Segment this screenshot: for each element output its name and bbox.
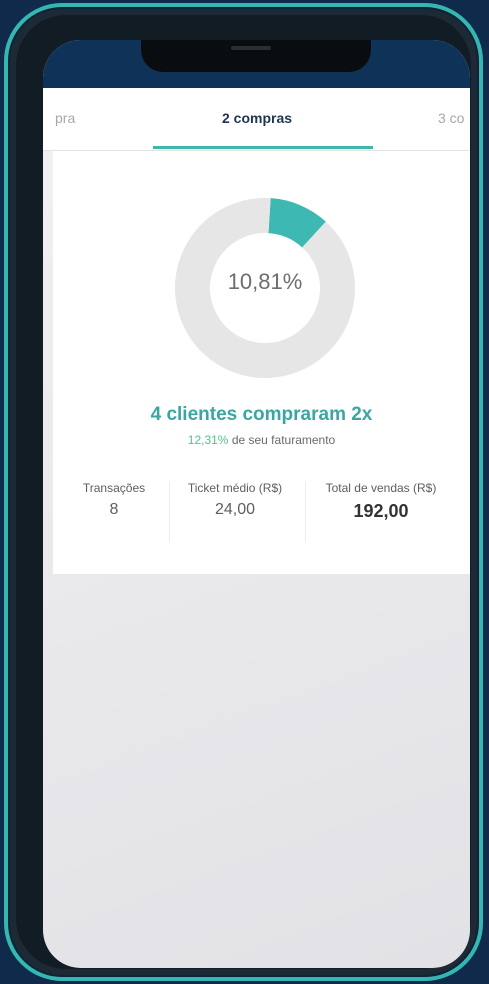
ticket-label: Ticket médio (R$) <box>187 481 283 495</box>
stat-transactions: Transações 8 <box>65 481 163 541</box>
active-tab-indicator <box>153 146 373 149</box>
revenue-percent: 12,31% <box>187 433 229 447</box>
ticket-value: 24,00 <box>214 501 256 518</box>
speaker-grille <box>231 46 271 50</box>
total-sales-value: 192,00 <box>353 501 409 521</box>
revenue-text: de seu faturamento <box>228 433 336 447</box>
phone-screen: pra 2 compras 3 co 10,81% 4 clientes com… <box>43 40 470 968</box>
transactions-label: Transações <box>82 481 146 495</box>
stat-total-sales: Total de vendas (R$) 192,00 <box>305 481 456 541</box>
phone-notch <box>141 40 371 72</box>
stat-ticket: Ticket médio (R$) 24,00 <box>169 481 300 541</box>
tab-2-compras[interactable]: 2 compras <box>222 110 292 126</box>
purchase-count-tabs: pra 2 compras 3 co <box>43 88 470 151</box>
transactions-value: 8 <box>109 501 119 518</box>
total-sales-label: Total de vendas (R$) <box>325 481 437 495</box>
tab-previous[interactable]: pra <box>55 110 75 126</box>
customers-headline: 4 clientes compraram 2x <box>150 404 373 425</box>
phone-frame: pra 2 compras 3 co 10,81% 4 clientes com… <box>4 3 483 981</box>
tab-next[interactable]: 3 co <box>438 110 464 126</box>
revenue-share-line: 12,31% de seu faturamento <box>53 433 470 447</box>
stats-row: Transações 8 Ticket médio (R$) 24,00 Tot… <box>53 481 470 541</box>
summary-card: 10,81% 4 clientes compraram 2x 12,31% de… <box>53 151 470 574</box>
donut-center-label: 10,81% <box>227 269 303 294</box>
